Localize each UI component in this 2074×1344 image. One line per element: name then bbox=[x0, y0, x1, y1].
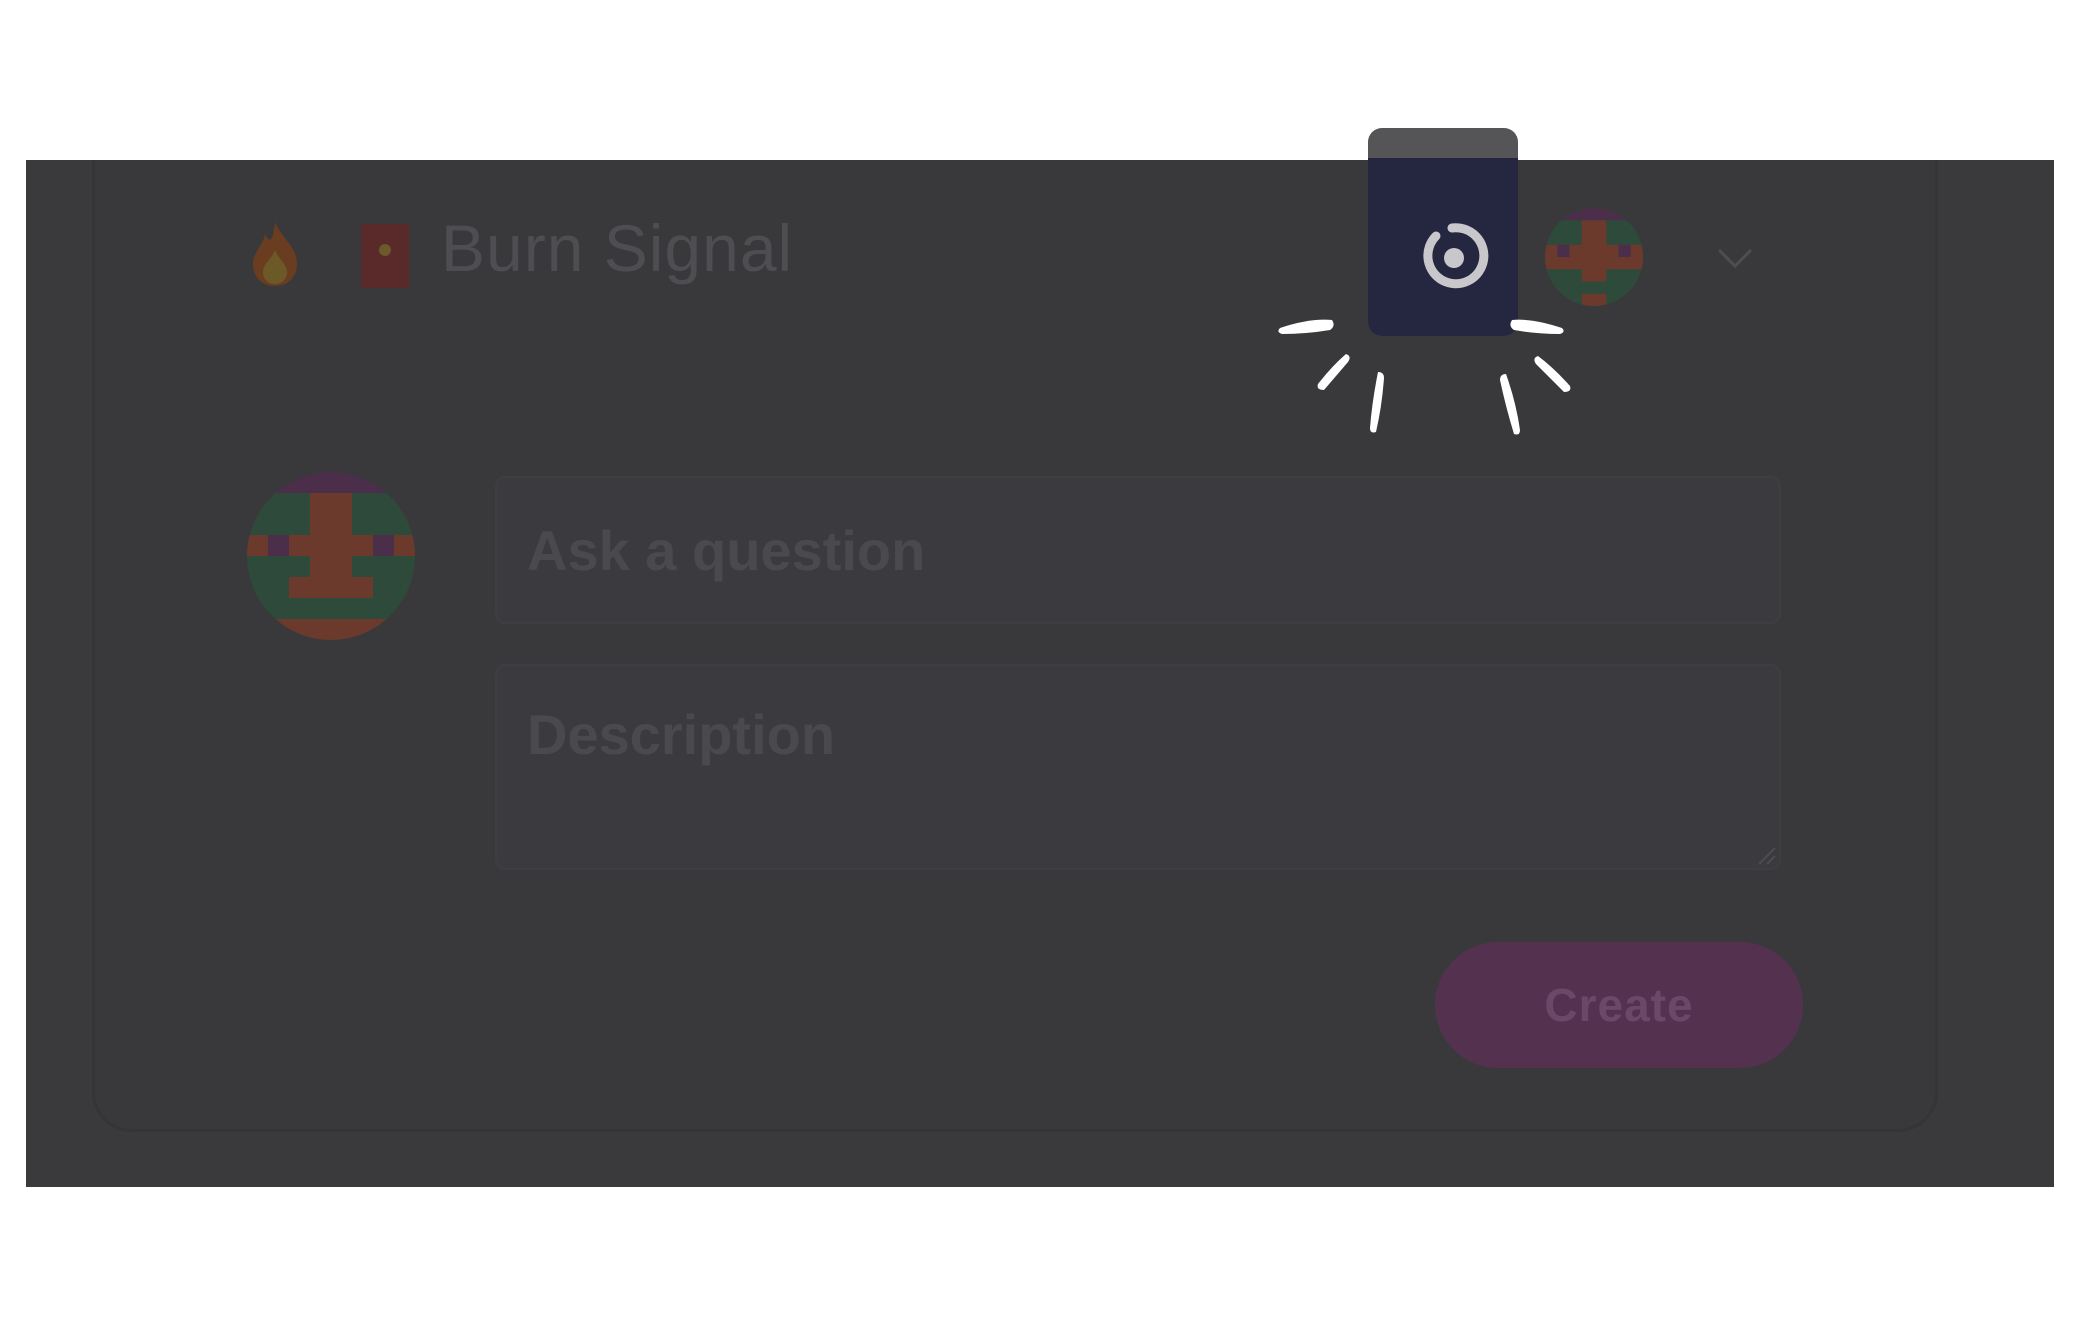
spotlight-rays-icon bbox=[1278, 319, 1571, 435]
red-envelope-icon bbox=[361, 224, 409, 288]
dimmed-overlay: Burn Signal Ask a question Description C… bbox=[26, 160, 2054, 1187]
question-input[interactable] bbox=[495, 476, 1781, 624]
create-button[interactable]: Create bbox=[1435, 942, 1803, 1068]
pixel-avatar-icon bbox=[247, 472, 415, 640]
description-field[interactable] bbox=[495, 664, 1781, 870]
fire-icon bbox=[253, 222, 297, 286]
app-header: Burn Signal bbox=[95, 160, 1935, 380]
pixel-avatar-icon bbox=[1545, 208, 1643, 306]
brand-title: Burn Signal bbox=[441, 211, 794, 285]
app-card: Burn Signal Ask a question Description C… bbox=[92, 160, 1938, 1132]
avatar[interactable] bbox=[1545, 208, 1643, 306]
burn-signal-icon bbox=[1423, 223, 1489, 289]
burn-signal-action-button[interactable] bbox=[1368, 128, 1518, 336]
chevron-down-icon[interactable] bbox=[1715, 238, 1755, 278]
resize-grip-icon[interactable] bbox=[1755, 844, 1777, 866]
composer-avatar bbox=[247, 472, 415, 640]
